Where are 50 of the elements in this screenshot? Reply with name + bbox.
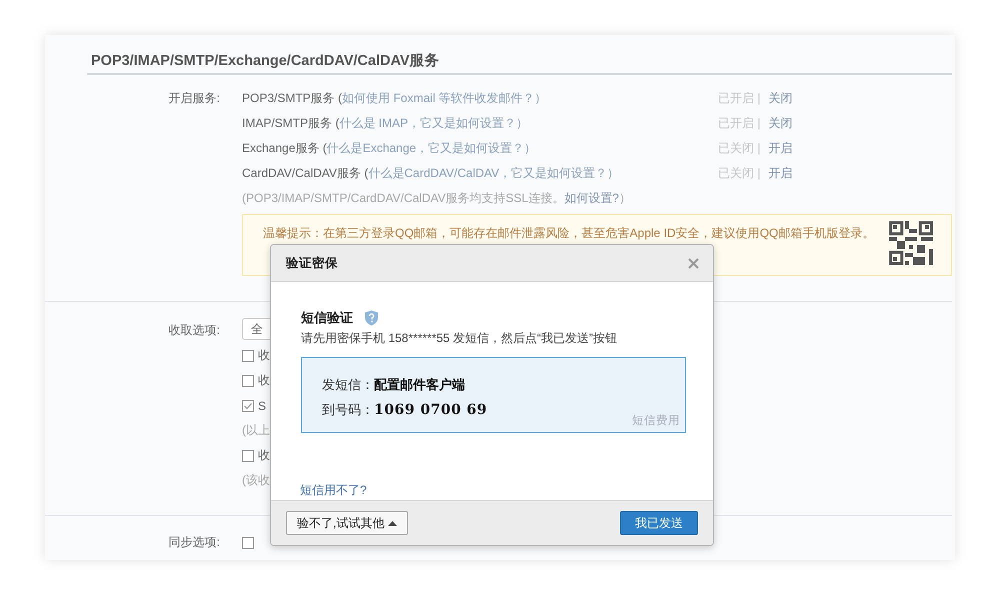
note-paren: ） — [618, 190, 631, 207]
sms-value: 配置邮件客户端 — [374, 376, 465, 394]
help-link[interactable]: 什么是CardDAV/CalDAV，它又是如何设置？） — [368, 166, 620, 180]
service-name: Exchange服务 ( — [242, 141, 327, 155]
field-label: 同步选项: — [168, 534, 220, 551]
help-link[interactable]: 如何使用 Foxmail 等软件收发邮件？） — [342, 91, 547, 105]
checkbox[interactable] — [242, 374, 254, 386]
service-name: POP3/SMTP服务 ( — [242, 91, 342, 105]
field-label: 开启服务: — [168, 90, 220, 107]
service-status: 已开启 | — [718, 115, 760, 132]
fee-link[interactable]: 短信费用 — [632, 413, 680, 428]
sms-label: 发短信： — [322, 376, 374, 394]
sms-label: 到号码： — [322, 400, 374, 418]
service-status: 已关闭 | — [718, 140, 760, 157]
tip-text: 温馨提示：在第三方登录QQ邮箱，可能存在邮件泄露风险，甚至危害Apple ID安全，建议使用QQ邮箱手机版登录。 — [263, 225, 874, 241]
service-name: CardDAV/CalDAV服务 ( — [242, 166, 368, 180]
checkbox[interactable] — [242, 450, 254, 462]
service-status: 已开启 | — [718, 90, 760, 107]
sms-value: 1069 0700 69 — [374, 402, 488, 418]
toggle-link[interactable]: 关闭 — [768, 115, 792, 132]
help-link[interactable]: 什么是 IMAP，它又是如何设置？） — [339, 116, 528, 130]
toggle-link[interactable]: 开启 — [768, 140, 792, 157]
dialog-title: 验证密保 — [286, 254, 338, 272]
shield-question-icon — [364, 310, 379, 326]
instruction-text: 请先用密保手机 158******55 发短信，然后点“我已发送”按钮 — [301, 330, 618, 347]
toggle-link[interactable]: 关闭 — [768, 90, 792, 107]
service-status: 已关闭 | — [718, 165, 760, 182]
option-label: 收 — [258, 372, 270, 389]
qr-code-icon — [889, 221, 933, 265]
checkbox[interactable] — [242, 350, 254, 362]
help-link[interactable]: 如何设置? — [564, 190, 619, 207]
toggle-link[interactable]: 开启 — [768, 165, 792, 182]
help-link[interactable]: 短信用不了? — [300, 482, 367, 499]
caret-icon — [388, 520, 398, 526]
close-icon[interactable] — [688, 258, 699, 268]
section-title: POP3/IMAP/SMTP/Exchange/CardDAV/CalDAV服务 — [87, 51, 952, 75]
option-label: S — [258, 398, 266, 412]
option-label: 收 — [258, 347, 270, 364]
option-note: (以上 — [242, 422, 270, 439]
alternative-button[interactable]: 验不了,试试其他 — [286, 511, 408, 535]
help-link[interactable]: 什么是Exchange，它又是如何设置？） — [326, 141, 536, 155]
checkbox[interactable] — [242, 536, 254, 548]
ssl-note: (POP3/IMAP/SMTP/CardDAV/CalDAV服务均支持SSL连接。 — [242, 190, 564, 207]
option-note: (该收 — [242, 472, 270, 489]
dialog-heading: 短信验证 — [301, 309, 353, 327]
checkbox[interactable] — [242, 400, 254, 412]
confirm-button[interactable]: 我已发送 — [620, 511, 698, 535]
option-label: 收 — [258, 447, 270, 464]
field-label: 收取选项: — [168, 322, 220, 339]
service-name: IMAP/SMTP服务 ( — [242, 116, 340, 130]
